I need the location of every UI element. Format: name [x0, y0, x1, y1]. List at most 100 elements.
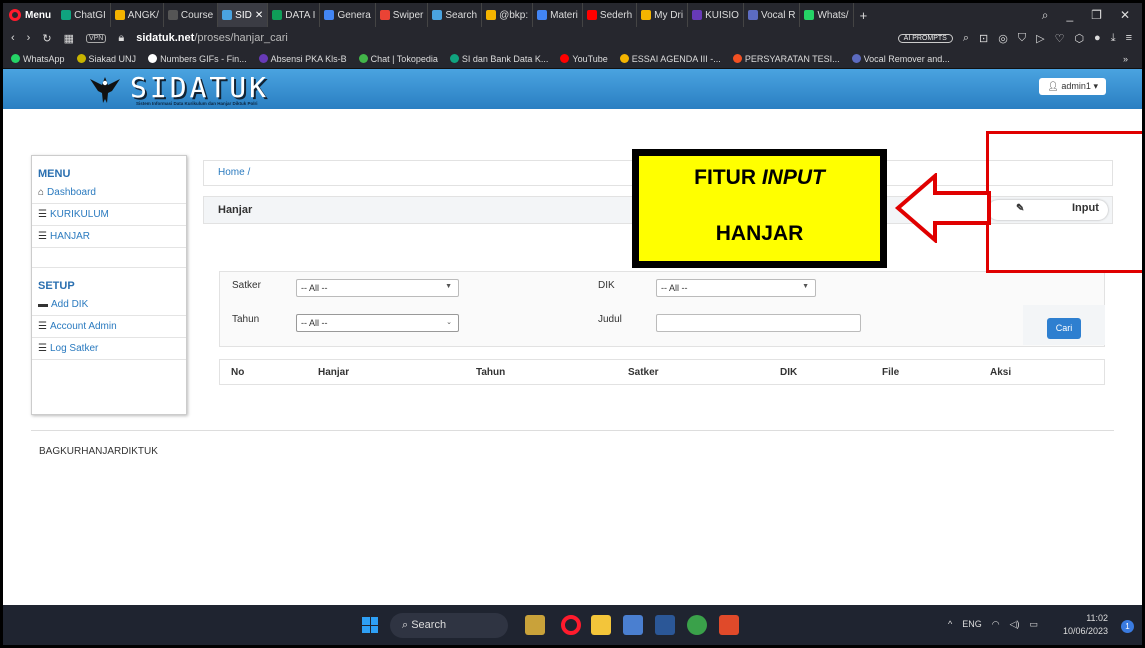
vpn-badge[interactable]: VPN	[85, 33, 107, 43]
list-icon: ☰	[38, 321, 47, 332]
shield-icon[interactable]: ⛉	[1018, 32, 1026, 45]
heart-icon[interactable]: ♡	[1055, 32, 1065, 45]
speaker-icon[interactable]: ◁)	[1010, 619, 1020, 630]
tab-favicon-icon	[537, 10, 548, 20]
notification-badge[interactable]: 1	[1121, 620, 1134, 633]
camera-icon[interactable]: ◎	[998, 32, 1008, 45]
table-header-aksi[interactable]: Aksi	[990, 367, 1011, 378]
browser-tab[interactable]: Whats/	[800, 3, 854, 27]
wifi-icon[interactable]: ◠	[992, 619, 1000, 630]
bookmark-label: WhatsApp	[23, 53, 65, 64]
browser-tab[interactable]: DATA I	[268, 3, 321, 27]
browser-tab[interactable]: Swiper	[376, 3, 429, 27]
bookmark-item[interactable]: ESSAI AGENDA III -...	[619, 54, 721, 64]
browser-tab[interactable]: SID ✕	[218, 3, 269, 27]
judul-input[interactable]	[656, 314, 861, 332]
browser-tab[interactable]: ANGK/	[111, 3, 164, 27]
bookmarks-more-icon[interactable]: »	[1123, 54, 1142, 64]
minimize-icon[interactable]: _	[1066, 8, 1073, 23]
reload-icon[interactable]: ↻	[42, 32, 51, 45]
new-tab-icon[interactable]: +	[854, 8, 874, 23]
sidebar-item-add-dik[interactable]: ▬ Add DIK	[32, 294, 186, 316]
dik-select[interactable]: -- All -- ▼	[656, 279, 816, 297]
taskbar-app-icon[interactable]	[623, 615, 643, 635]
battery-icon[interactable]: ▭	[1030, 619, 1039, 630]
site-logo-subtitle: Sistem Informasi Data Kurikulum dan Hanj…	[136, 101, 258, 106]
browser-tab[interactable]: ChatGI	[57, 3, 111, 27]
chevron-up-icon[interactable]: ^	[948, 619, 952, 630]
taskbar-opera-icon[interactable]	[561, 615, 581, 635]
sidebar-item-kurikulum[interactable]: ☰ KURIKULUM	[32, 204, 186, 226]
browser-tab[interactable]: My Dri	[637, 3, 689, 27]
cube-icon[interactable]: ⬡	[1074, 32, 1084, 45]
taskbar-search[interactable]: ⌕ Search	[390, 613, 508, 638]
bookmark-item[interactable]: Siakad UNJ	[76, 54, 136, 64]
tab-close-icon[interactable]: ✕	[255, 10, 263, 21]
user-name: admin1	[1061, 81, 1091, 91]
url-field[interactable]: sidatuk.net/proses/hanjar_cari	[136, 32, 288, 44]
browser-tab[interactable]: Search	[428, 3, 483, 27]
screen: Menu ChatGI ANGK/Course SID ✕ DATA I Genera Sw…	[2, 2, 1143, 646]
taskbar-word-icon[interactable]	[655, 615, 675, 635]
bookmark-item[interactable]: Vocal Remover and...	[851, 54, 950, 64]
snapshot-icon[interactable]: ⊡	[979, 32, 988, 45]
tab-favicon-icon	[747, 10, 758, 20]
search-tabs-icon[interactable]: ⌕	[1042, 8, 1049, 23]
tab-favicon-icon	[61, 10, 72, 20]
cari-button[interactable]: Cari	[1047, 318, 1081, 339]
site-logo[interactable]: SIDATUK Sistem Informasi Data Kurikulum …	[88, 71, 269, 106]
user-menu-button[interactable]: 👤︎ admin1 ▾	[1039, 78, 1106, 95]
bookmark-item[interactable]: YouTube	[560, 54, 608, 64]
browser-tab[interactable]: @bkp:	[482, 3, 534, 27]
browser-tab[interactable]: Materi	[533, 3, 583, 27]
bookmark-item[interactable]: PERSYARATAN TESI...	[732, 53, 840, 64]
clock[interactable]: 11:02 10/06/2023	[1063, 612, 1108, 638]
sidebar-item-account-admin[interactable]: ☰ Account Admin	[32, 316, 186, 338]
send-icon[interactable]: ▷	[1036, 32, 1044, 45]
profile-icon[interactable]: ●	[1094, 32, 1101, 44]
sidebar-item-dashboard[interactable]: ⌂ Dashboard	[32, 182, 186, 204]
tabs-grid-icon[interactable]: ▦	[64, 32, 74, 45]
table-header-hanjar[interactable]: Hanjar	[318, 367, 349, 378]
language-indicator[interactable]: ENG	[962, 619, 982, 630]
forward-icon[interactable]: ›	[27, 32, 31, 44]
sidebar-item-log-satker[interactable]: ☰ Log Satker	[32, 338, 186, 360]
taskbar-app-globe-icon[interactable]	[687, 615, 707, 635]
browser-tab[interactable]: KUISIO	[688, 3, 744, 27]
opera-logo-icon	[9, 9, 21, 21]
tab-favicon-icon	[804, 10, 815, 20]
bookmark-item[interactable]: SI dan Bank Data K...	[449, 54, 548, 64]
easy-setup-icon[interactable]: ≡	[1126, 32, 1132, 44]
bookmark-item[interactable]: Absensi PKA Kls-B	[258, 54, 347, 64]
sidebar-item-hanjar[interactable]: ☰ HANJAR	[32, 226, 186, 248]
table-header-file[interactable]: File	[882, 367, 899, 378]
bookmark-item[interactable]: Numbers GIFs - Fin...	[148, 54, 247, 64]
tab-strip: ChatGI ANGK/Course SID ✕ DATA I Genera Swiper S…	[57, 3, 854, 27]
restore-icon[interactable]: ❐	[1091, 8, 1102, 23]
browser-tab[interactable]: Sederh	[583, 3, 638, 27]
close-icon[interactable]: ✕	[1120, 8, 1130, 23]
satker-select[interactable]: -- All -- ▼	[296, 279, 459, 297]
window-controls: ⌕ _ ❐ ✕	[1042, 8, 1142, 23]
bookmark-item[interactable]: Chat | Tokopedia	[358, 54, 438, 64]
breadcrumb-home[interactable]: Home /	[218, 167, 250, 178]
table-header-tahun[interactable]: Tahun	[476, 367, 505, 378]
browser-menu-button[interactable]: Menu	[3, 9, 57, 21]
bookmark-item[interactable]: WhatsApp	[11, 54, 65, 64]
browser-tab[interactable]: Genera	[320, 3, 376, 27]
tahun-select[interactable]: -- All -- ⌄	[296, 314, 459, 332]
taskbar-folder-icon[interactable]	[591, 615, 611, 635]
table-header-dik[interactable]: DIK	[780, 367, 797, 378]
back-icon[interactable]: ‹	[11, 32, 15, 44]
windows-start-icon[interactable]	[362, 617, 378, 633]
browser-tab[interactable]: Course	[164, 3, 219, 27]
table-header-satker[interactable]: Satker	[628, 367, 659, 378]
browser-tab[interactable]: Vocal R	[744, 3, 801, 27]
download-icon[interactable]: ⤓	[1111, 32, 1116, 45]
ai-prompts-button[interactable]: AI PROMPTS	[897, 33, 953, 43]
bookmark-label: PERSYARATAN TESI...	[744, 53, 840, 64]
taskbar-app-red-icon[interactable]	[719, 615, 739, 635]
table-header-no[interactable]: No	[231, 367, 244, 378]
search-icon[interactable]: ⌕	[963, 32, 969, 45]
taskbar-app-building-icon[interactable]	[525, 615, 545, 635]
